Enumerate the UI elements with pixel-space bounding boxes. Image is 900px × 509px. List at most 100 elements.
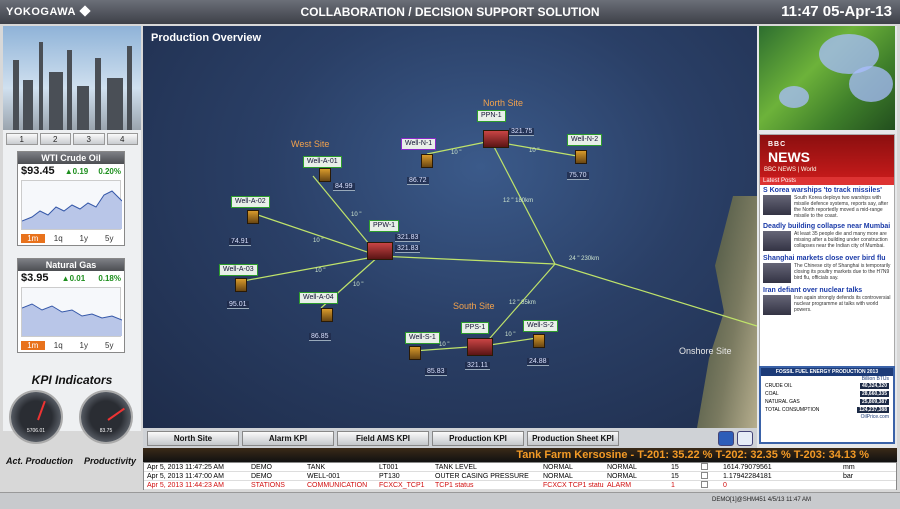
wti-range-1m[interactable]: 1m [21,234,45,243]
clock: 11:47 05-Apr-13 [781,3,892,20]
well-a01-icon[interactable] [319,168,331,182]
refresh-icon[interactable] [737,430,753,446]
production-widget-title: FOSSIL FUEL ENERGY PRODUCTION 2013 [761,368,893,376]
alarm-ack-checkbox[interactable] [698,472,720,480]
dist-w2: 10 " [313,238,324,244]
well-s1-icon[interactable] [409,346,421,360]
wti-title: WTI Crude Oil [18,152,124,164]
pps1-platform-icon[interactable] [467,338,493,356]
alarm-cell-tag: PT130 [379,473,400,480]
north-site-button[interactable]: North Site [147,430,239,446]
session-status: DEMO[1]@SHM451 4/5/13 11:47 AM [712,497,812,503]
production-kpi-button[interactable]: Production KPI [432,430,524,446]
tab-2[interactable]: 2 [39,133,71,145]
field-ams-kpi-button[interactable]: Field AMS KPI [337,430,429,446]
story-headline[interactable]: Shanghai markets close over bird flu [763,255,891,262]
wti-range-5y[interactable]: 5y [98,234,122,243]
alarm-ack-checkbox[interactable] [698,481,720,489]
alarm-list: Apr 5, 2013 11:47:25 AM DEMO TANK LT001 TANK… [143,462,897,490]
alarm-cell-desc: TANK LEVEL [435,464,477,471]
bbc-news-feed[interactable]: BBC NEWS BBC NEWS | World Latest Posts S… [759,134,895,396]
wti-crude-widget: WTI Crude Oil $93.45 ▲0.19 0.20% 1m 1q 1… [17,151,125,246]
well-a02-label[interactable]: Well-A-02 [231,196,270,208]
alarm-row[interactable]: Apr 5, 2013 11:47:00 AM DEMO WELL-001 PT130… [144,472,896,481]
wti-price: $93.45 [21,165,55,177]
pps1-label[interactable]: PPS-1 [461,322,490,334]
well-n2-label[interactable]: Well-N-2 [567,134,603,146]
alarm-cell-eu: bar [843,473,854,480]
well-a03-label[interactable]: Well-A-03 [219,264,258,276]
productivity-label: Productivity [84,456,137,466]
production-source[interactable]: OilPrice.com [761,414,893,420]
app-title: COLLABORATION / DECISION SUPPORT SOLUTIO… [300,5,600,19]
well-a04-label[interactable]: Well-A-04 [299,292,338,304]
well-n1-label[interactable]: Well-N-1 [401,138,437,150]
production-label: Act. Production [6,456,73,466]
prod-row-label: TOTAL CONSUMPTION [765,407,820,413]
well-n2-icon[interactable] [575,150,587,164]
left-panel: 1 2 3 4 WTI Crude Oil $93.45 ▲0.19 0.20%… [3,26,141,444]
dist-w4: 10 " [353,282,364,288]
wti-change: ▲0.19 [64,167,89,176]
news-story[interactable]: Shanghai markets close over bird flu The… [760,253,894,285]
ppw1-value2: 321.83 [395,245,421,253]
story-headline[interactable]: Deadly building collapse near Mumbai [763,223,891,230]
well-s2-value: 24.88 [527,358,549,366]
gas-range-5y[interactable]: 5y [98,341,122,350]
well-a01-value: 84.99 [333,183,355,191]
north-site-label: North Site [483,98,524,108]
well-s2-label[interactable]: Well-S-2 [523,320,558,332]
well-a01-label[interactable]: Well-A-01 [303,156,342,168]
dist-n2: 10 " [529,148,540,154]
ppn1-label[interactable]: PPN-1 [477,110,506,122]
ppn1-platform-icon[interactable] [483,130,509,148]
alarm-cell-tag: LT001 [379,464,399,471]
status-bar: DEMO[1]@SHM451 4/5/13 11:47 AM [0,492,900,509]
map-title: Production Overview [151,32,262,44]
news-story[interactable]: Deadly building collapse near Mumbai At … [760,221,894,253]
alarm-cell-user: STATIONS [251,482,285,489]
story-thumbnail [763,263,791,283]
well-a04-icon[interactable] [321,308,333,322]
news-logo: NEWS [768,149,810,165]
well-a02-icon[interactable] [247,210,259,224]
alarm-ack-checkbox[interactable] [698,463,720,471]
alarm-cell-val: 0 [723,482,727,489]
well-a03-icon[interactable] [235,278,247,292]
alarm-row[interactable]: Apr 5, 2013 11:47:25 AM DEMO TANK LT001 TANK… [144,463,896,472]
wti-range-1q[interactable]: 1q [47,234,71,243]
gas-range-1y[interactable]: 1y [72,341,96,350]
production-overview-map[interactable]: Production Overview West Site North Site… [143,26,757,428]
well-n1-icon[interactable] [421,154,433,168]
home-icon[interactable] [718,430,734,446]
well-n2-value: 75.70 [567,172,589,180]
ppw1-platform-icon[interactable] [367,242,393,260]
ppn1-value: 321.75 [509,128,535,136]
prod-row-value: 28,660,335 [859,391,889,397]
story-headline[interactable]: S Korea warships 'to track missiles' [763,187,891,194]
alarm-kpi-button[interactable]: Alarm KPI [242,430,334,446]
gas-range-selector: 1m 1q 1y 5y [18,339,124,352]
alarm-row[interactable]: Apr 5, 2013 11:44:23 AM STATIONS COMMUNICA… [144,481,896,490]
gas-range-1q[interactable]: 1q [47,341,71,350]
tab-3[interactable]: 3 [73,133,105,145]
well-s1-label[interactable]: Well-S-1 [405,332,440,344]
alarm-cell-val: 1614.79079561 [723,464,772,471]
title-bar: YOKOGAWA COLLABORATION / DECISION SUPPOR… [0,0,900,24]
alarm-cell-unit: WELL-001 [307,473,341,480]
story-headline[interactable]: Iran defiant over nuclear talks [763,287,891,294]
prod-row-value: 25,809,387 [859,399,889,405]
tab-4[interactable]: 4 [106,133,138,145]
alarm-cell-s2: NORMAL [607,464,637,471]
production-sheet-kpi-button[interactable]: Production Sheet KPI [527,430,619,446]
story-body: At least 35 people die and many more are… [794,231,888,249]
alarm-cell-s2: NORMAL [607,473,637,480]
wti-range-1y[interactable]: 1y [72,234,96,243]
well-s2-icon[interactable] [533,334,545,348]
alarm-cell-eu: mm [843,464,855,471]
news-story[interactable]: Iran defiant over nuclear talks Iran aga… [760,285,894,317]
gas-range-1m[interactable]: 1m [21,341,45,350]
news-story[interactable]: S Korea warships 'to track missiles' Sou… [760,185,894,221]
tab-1[interactable]: 1 [6,133,38,145]
ppw1-label[interactable]: PPW-1 [369,220,400,232]
